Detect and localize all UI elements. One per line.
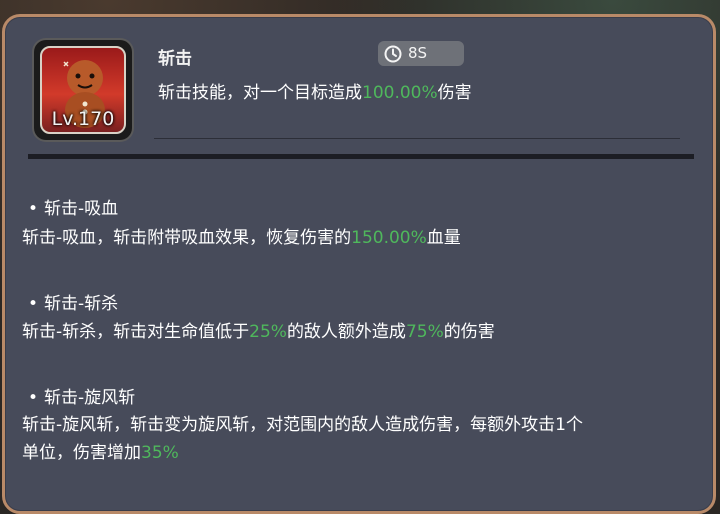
gingerbread-character-icon: Lv.170: [40, 46, 126, 134]
skill-damage-value: 100.00%: [362, 83, 438, 103]
skill-name: 斩击: [158, 49, 192, 69]
cooldown-badge: 8S: [378, 41, 464, 66]
upgrade-desc-text: 血量: [426, 228, 461, 248]
bullet-dot: •: [28, 294, 39, 314]
skill-desc-suffix: 伤害: [437, 83, 472, 103]
upgrade-desc-execute: 斩击-斩杀，斩击对生命值低于25%的敌人额外造成75%的伤害: [22, 318, 702, 346]
upgrade-title-execute: • 斩击-斩杀: [28, 289, 118, 314]
skill-desc-prefix: 斩击技能，对一个目标造成: [158, 83, 362, 103]
upgrade-desc-text: 的伤害: [443, 322, 495, 342]
upgrade-desc-value: 150.00%: [351, 228, 427, 248]
clock-icon: [384, 45, 402, 63]
upgrade-desc-line2: 单位，伤害增加35%: [22, 439, 702, 467]
upgrade-title-whirlwind: • 斩击-旋风斩: [28, 383, 135, 408]
section-divider: [28, 154, 694, 159]
upgrade-title-text: 斩击-吸血: [44, 199, 119, 219]
upgrade-desc-whirlwind: 斩击-旋风斩，斩击变为旋风斩，对范围内的敌人造成伤害，每额外攻击1个 单位，伤害…: [22, 411, 702, 467]
upgrade-title-text: 斩击-斩杀: [44, 294, 119, 314]
upgrade-desc-text: 斩击-吸血，斩击附带吸血效果，恢复伤害的: [22, 228, 352, 248]
upgrade-desc-line1: 斩击-旋风斩，斩击变为旋风斩，对范围内的敌人造成伤害，每额外攻击1个: [22, 415, 583, 435]
header-divider: [154, 138, 680, 139]
skill-portrait: Lv.170: [34, 40, 132, 140]
upgrade-title-text: 斩击-旋风斩: [44, 388, 136, 408]
skill-description: 斩击技能，对一个目标造成100.00%伤害: [158, 78, 472, 103]
upgrade-desc-text: 斩击-斩杀，斩击对生命值低于: [22, 322, 250, 342]
upgrade-desc-text: 的敌人额外造成: [286, 322, 406, 342]
skill-level-label: Lv.170: [51, 108, 115, 130]
upgrade-desc-value: 75%: [405, 322, 444, 342]
upgrade-desc-value: 35%: [141, 443, 179, 463]
bullet-dot: •: [28, 388, 39, 408]
bullet-dot: •: [28, 199, 39, 219]
upgrade-desc-lifesteal: 斩击-吸血，斩击附带吸血效果，恢复伤害的150.00%血量: [22, 224, 702, 252]
upgrade-desc-value: 25%: [249, 322, 287, 342]
upgrade-desc-text: 单位，伤害增加: [22, 443, 141, 463]
upgrade-title-lifesteal: • 斩击-吸血: [28, 194, 118, 219]
cooldown-value: 8S: [408, 44, 428, 62]
